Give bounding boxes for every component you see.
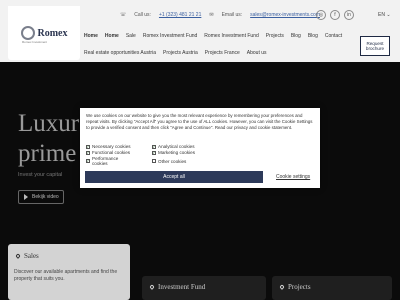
instagram-icon[interactable]: ◎	[316, 10, 326, 20]
secondary-nav: Real estate opportunities Austria Projec…	[84, 50, 267, 56]
logo-tagline: Romex Investment	[22, 40, 48, 44]
watch-video-button[interactable]: Bekijk video	[18, 190, 64, 204]
nav-blog-2[interactable]: Blog	[308, 33, 318, 39]
email-label: Email us:	[221, 12, 243, 18]
projects-card-title: Projects	[279, 283, 311, 291]
social-links: ◎ f in	[316, 10, 354, 20]
cookie-text: We use cookies on our website to give yo…	[86, 113, 313, 130]
hero-title-line2: prime	[18, 140, 77, 167]
chevron-down-icon: ⌄	[386, 12, 391, 18]
nav-about-us[interactable]: About us	[247, 50, 267, 56]
language-label: EN	[378, 12, 385, 18]
accept-all-button[interactable]: Accept all	[85, 171, 263, 183]
mail-icon: ✉	[209, 12, 214, 18]
nav-home-2[interactable]: Home	[105, 33, 119, 39]
cookie-options: ✓ Necessary cookies ✓ Analytical cookies ✓…	[86, 144, 195, 166]
nav-projects-france[interactable]: Projects France	[205, 50, 240, 56]
checkbox-icon: ✓	[152, 149, 156, 155]
map-pin-icon	[15, 253, 21, 259]
nav-contact[interactable]: Contact	[325, 33, 342, 39]
checkbox-icon: ✓	[152, 143, 156, 149]
cookie-option-label: Performance cookies	[92, 156, 119, 166]
projects-card[interactable]: Projects	[272, 276, 392, 300]
logo[interactable]: Romex Romex Investment	[8, 6, 80, 60]
sales-card-description: Discover our available apartments and fi…	[14, 269, 118, 283]
nav-projects[interactable]: Projects	[266, 33, 284, 39]
phone-icon: ☏	[120, 12, 127, 18]
nav-investment-fund-2[interactable]: Romex Investment Fund	[204, 33, 258, 39]
investment-fund-card-title: Investment Fund	[149, 283, 206, 291]
cookie-option-performance[interactable]: ✓ Performance cookies	[86, 156, 132, 166]
language-selector[interactable]: EN ⌄	[378, 12, 391, 18]
checkbox-icon: ✓	[86, 158, 90, 163]
nav-blog[interactable]: Blog	[291, 33, 301, 39]
logo-text: Romex	[37, 27, 68, 39]
map-pin-icon	[149, 284, 155, 290]
nav-real-estate-austria[interactable]: Real estate opportunities Austria	[84, 50, 156, 56]
sales-card[interactable]: Sales Discover our available apartments …	[8, 244, 130, 300]
sales-card-title: Sales	[15, 252, 39, 260]
watch-video-label: Bekijk video	[32, 194, 59, 200]
checkbox-icon: ✓	[86, 143, 90, 149]
logo-mark-icon	[20, 26, 35, 40]
checkbox-icon	[152, 159, 156, 163]
cookie-option-label: Necessary cookies	[92, 144, 131, 149]
main-nav: Home Home Sale Romex Investment Fund Rom…	[84, 33, 342, 39]
cookie-settings-link[interactable]: Cookie settings	[276, 174, 310, 180]
cookie-option-label: Analytical cookies	[158, 144, 195, 149]
projects-card-title-text: Projects	[288, 283, 311, 291]
cookie-option-analytical[interactable]: ✓ Analytical cookies	[152, 144, 212, 149]
hero-subtitle: Invest your capital	[18, 172, 63, 178]
sales-card-title-text: Sales	[24, 252, 39, 260]
cookie-option-label: Marketing cookies	[158, 150, 196, 155]
nav-projects-austria[interactable]: Projects Austria	[163, 50, 198, 56]
cookie-consent-dialog: We use cookies on our website to give yo…	[80, 108, 320, 188]
nav-investment-fund[interactable]: Romex Investment Fund	[143, 33, 197, 39]
map-pin-icon	[279, 284, 285, 290]
nav-sale[interactable]: Sale	[126, 33, 136, 39]
request-brochure-button[interactable]: Request brochure	[360, 36, 390, 56]
contact-bar: ☏ Call us: +1 (323) 481 21 21 ✉ Email us…	[120, 12, 320, 18]
linkedin-icon[interactable]: in	[344, 10, 354, 20]
facebook-icon[interactable]: f	[330, 10, 340, 20]
play-icon	[24, 194, 28, 200]
investment-fund-card[interactable]: Investment Fund	[142, 276, 266, 300]
site-header: Romex Romex Investment ☏ Call us: +1 (32…	[0, 0, 400, 62]
cookie-option-label: Other cookies	[158, 158, 187, 164]
cookie-option-necessary[interactable]: ✓ Necessary cookies	[86, 144, 132, 149]
call-label: Call us:	[134, 12, 151, 18]
cookie-option-other[interactable]: Other cookies	[152, 156, 212, 166]
cookie-option-functional[interactable]: ✓ Functional cookies	[86, 150, 132, 155]
checkbox-icon: ✓	[86, 149, 90, 155]
phone-link[interactable]: +1 (323) 481 21 21	[159, 12, 201, 18]
cookie-option-marketing[interactable]: ✓ Marketing cookies	[152, 150, 212, 155]
hero-title-line1: Luxur	[18, 110, 80, 137]
cookie-option-label: Functional cookies	[92, 150, 131, 155]
email-link[interactable]: sales@romex-investments.com	[250, 12, 320, 18]
nav-home[interactable]: Home	[84, 33, 98, 39]
investment-fund-card-title-text: Investment Fund	[158, 283, 206, 291]
